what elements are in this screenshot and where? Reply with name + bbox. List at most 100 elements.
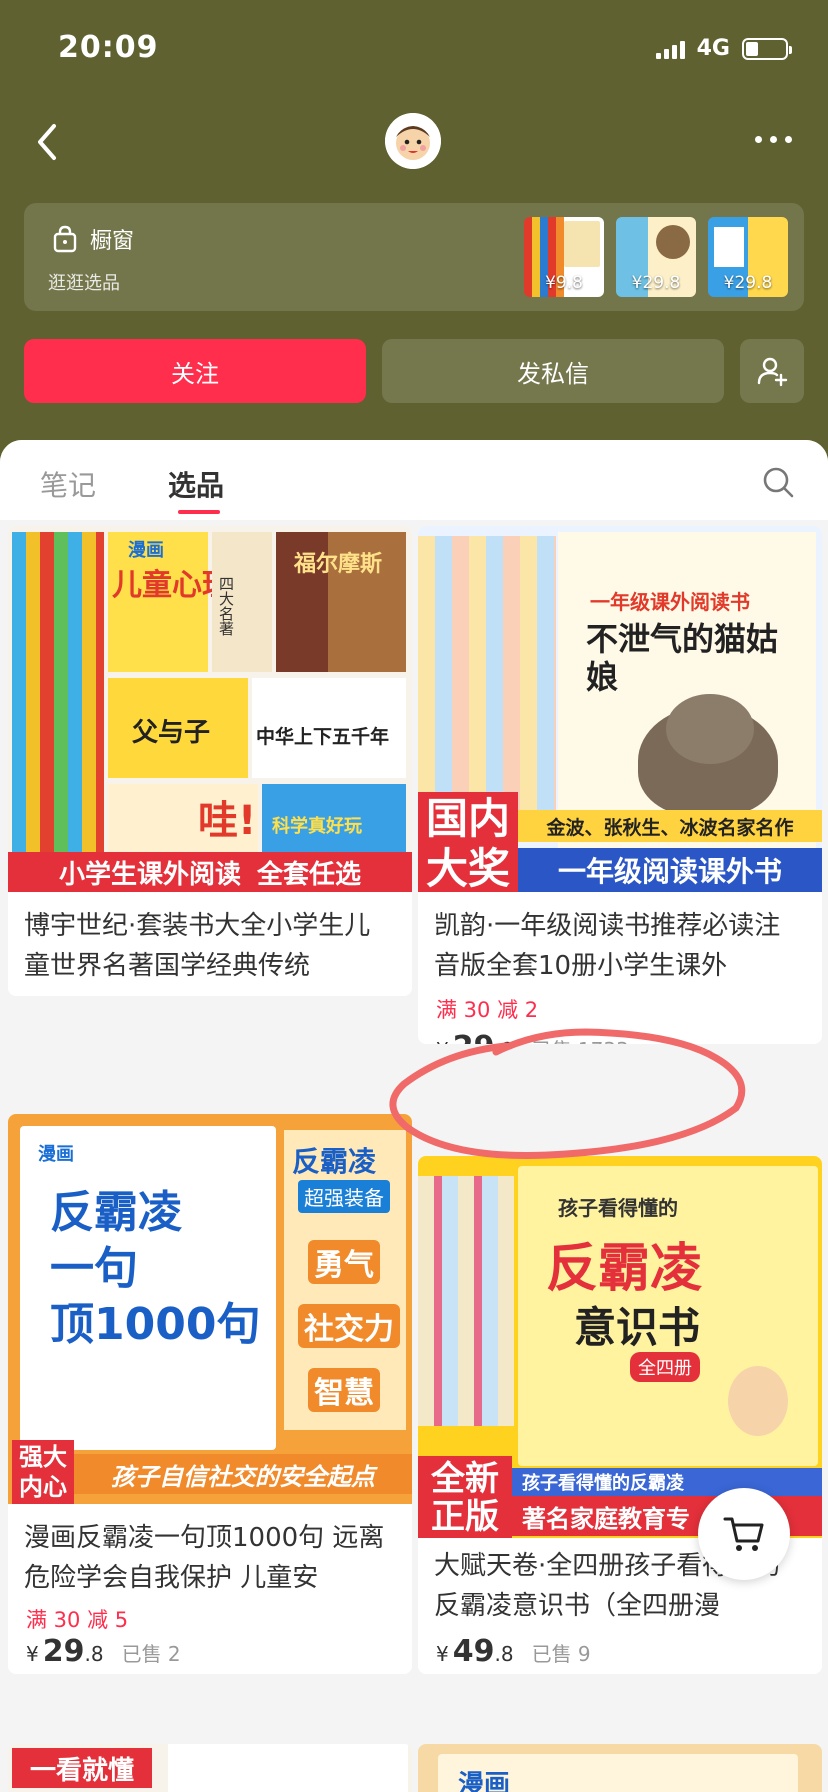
network-type: 4G [696,36,730,61]
cover-text: 社交力 [298,1304,400,1348]
cover-text: 不泄气的猫姑娘 [586,620,779,696]
showcase-card[interactable]: 橱窗 逛逛选品 ¥9.8 ¥29.8 ¥29.8 [24,203,804,311]
cover-text: 福尔摩斯 [294,552,383,577]
cover-text: 中华上下五千年 [256,726,390,748]
price-decimal: .8 [84,1642,104,1666]
cover-text: 父与子 [132,718,211,748]
cover-text: 反霸凌 [292,1145,377,1178]
product-card[interactable]: 一年级课外阅读书 不泄气的猫姑娘 国内大奖 金波、张秋生、冰波名家名作 一年级阅… [418,526,822,1044]
search-icon[interactable] [762,466,794,498]
banner-text: 小学生课外阅读 [58,859,241,890]
cover-text: 意识书 [574,1303,701,1352]
battery-icon [742,37,792,60]
cover-text: 一年级课外阅读书 [590,590,750,614]
shopping-bag-icon [53,225,77,253]
award-badge: 国内大奖 [418,792,518,892]
showcase-thumb[interactable]: ¥9.8 [524,217,604,297]
cover-text: 孩子看得懂的 [558,1196,678,1220]
product-image: 一年级课外阅读书 不泄气的猫姑娘 国内大奖 金波、张秋生、冰波名家名作 一年级阅… [418,526,822,892]
currency-symbol: ¥ [26,1642,39,1666]
thumb-price: ¥9.8 [545,273,583,293]
follow-button[interactable]: 关注 [24,339,366,403]
price-decimal: .8 [494,1038,513,1044]
cover-text: 智慧 [308,1368,380,1412]
sold-count: 已售 9 [531,1642,591,1666]
price-decimal: .8 [494,1642,514,1666]
product-image: 漫画 [418,1744,822,1792]
product-title: 博宇世纪·套装书大全小学生儿童世界名著国学经典传统 [24,911,371,981]
banner-text: 全套任选 [257,859,362,890]
content-panel: 笔记 选品 漫画 儿童心理 四大名著 福尔摩斯 父与子 中华上下五千年 哇! 科… [0,440,828,1792]
product-banner: 小学生课外阅读 全套任选 [8,852,412,892]
thumb-price: ¥29.8 [723,273,773,293]
showcase-thumbs: ¥9.8 ¥29.8 ¥29.8 [524,217,788,297]
product-image: 漫画 儿童心理 四大名著 福尔摩斯 父与子 中华上下五千年 哇! 科学真好玩 小… [8,526,412,892]
showcase-thumb[interactable]: ¥29.8 [616,217,696,297]
product-banner: 漫画 [458,1770,511,1792]
back-arrow-icon[interactable] [30,118,66,166]
product-banner: 一年级阅读课外书 [518,848,822,892]
price-row: ¥ 49 .8 已售 9 [436,1634,591,1669]
cover-text: 哇! [198,798,257,844]
showcase-title: 橱窗 [52,223,134,255]
status-bar: 20:09 4G [58,30,792,70]
showcase-subtitle: 逛逛选品 [48,273,120,294]
add-user-icon [757,357,788,387]
cover-text: 全四册 [630,1352,700,1382]
message-button[interactable]: 发私信 [382,339,724,403]
product-image: 孩子看得懂的 反霸凌 意识书 全四册 全新正版 孩子看得懂的反霸凌 著名家庭教育… [418,1156,822,1538]
cover-text: 超强装备 [298,1180,390,1213]
signal-icon [655,39,685,59]
price-integer: 29 [453,1030,495,1044]
product-card[interactable]: 漫画 反霸凌 一句 顶1000句 反霸凌 超强装备 勇气 社交力 智慧 强大内心… [8,1114,412,1674]
cover-text: 科学真好玩 [272,816,362,837]
thumb-price: ¥29.8 [631,273,681,293]
tab-notes[interactable]: 笔记 [40,464,96,504]
profile-header: 20:09 4G 橱窗 逛逛选品 ¥9.8 ¥29.8 ¥29.8 关注 发私信 [0,0,828,470]
showcase-thumb[interactable]: ¥29.8 [708,217,788,297]
cover-text: 反霸凌 [50,1187,182,1238]
product-image: 一看就懂 [8,1744,412,1792]
cover-badge: 全新正版 [418,1456,512,1538]
price-integer: 49 [452,1634,495,1669]
price-row: ¥ 29 .8 已售 2 [26,1634,181,1669]
price-integer: 29 [42,1634,85,1669]
showcase-label: 橱窗 [90,229,135,254]
active-tab-indicator [178,510,220,514]
shopping-cart-icon [723,1517,764,1551]
status-time: 20:09 [58,30,159,65]
cover-text: 漫画 [128,540,164,561]
product-card[interactable]: 一看就懂 [8,1744,412,1792]
cart-button[interactable] [698,1488,790,1580]
product-title: 漫画反霸凌一句顶1000句 远离危险学会自我保护 儿童安 [24,1523,385,1593]
cover-text: 四大名著 [217,576,235,636]
cover-text: 反霸凌 [546,1239,703,1299]
add-friend-button[interactable] [740,339,804,403]
product-card[interactable]: 漫画 [418,1744,822,1792]
sold-count: 已售 1733 [532,1034,629,1044]
sold-count: 已售 2 [121,1642,181,1666]
cover-text: 漫画 [38,1144,74,1165]
product-title: 凯韵·一年级阅读书推荐必读注音版全套10册小学生课外 [434,911,781,981]
product-image: 漫画 反霸凌 一句 顶1000句 反霸凌 超强装备 勇气 社交力 智慧 强大内心… [8,1114,412,1504]
product-card[interactable]: 孩子看得懂的 反霸凌 意识书 全四册 全新正版 孩子看得懂的反霸凌 著名家庭教育… [418,1156,822,1674]
status-icons: 4G [655,36,792,61]
cover-badge: 强大内心 [12,1440,74,1504]
more-options-icon[interactable] [755,136,792,143]
promo-label: 满 30 减 5 [26,1608,129,1632]
cover-text: 顶1000句 [50,1299,261,1350]
product-banner: 一看就懂 [12,1748,152,1788]
cover-tagline: 金波、张秋生、冰波名家名作 [518,810,822,842]
product-card[interactable]: 漫画 儿童心理 四大名著 福尔摩斯 父与子 中华上下五千年 哇! 科学真好玩 小… [8,526,412,996]
cover-text: 勇气 [308,1240,380,1284]
avatar[interactable] [385,113,441,169]
action-buttons: 关注 发私信 [24,339,804,403]
tab-products[interactable]: 选品 [168,464,224,504]
tab-bar: 笔记 选品 [0,440,828,520]
price-row: ¥ 29 .8 已售 1733 [436,1030,629,1044]
cover-tagline: 孩子看得懂的反霸凌 [512,1468,822,1496]
currency-symbol: ¥ [436,1642,449,1666]
currency-symbol: ¥ [436,1038,449,1044]
product-banner: 孩子自信社交的安全起点 [74,1454,412,1494]
promo-label: 满 30 减 2 [436,998,539,1022]
